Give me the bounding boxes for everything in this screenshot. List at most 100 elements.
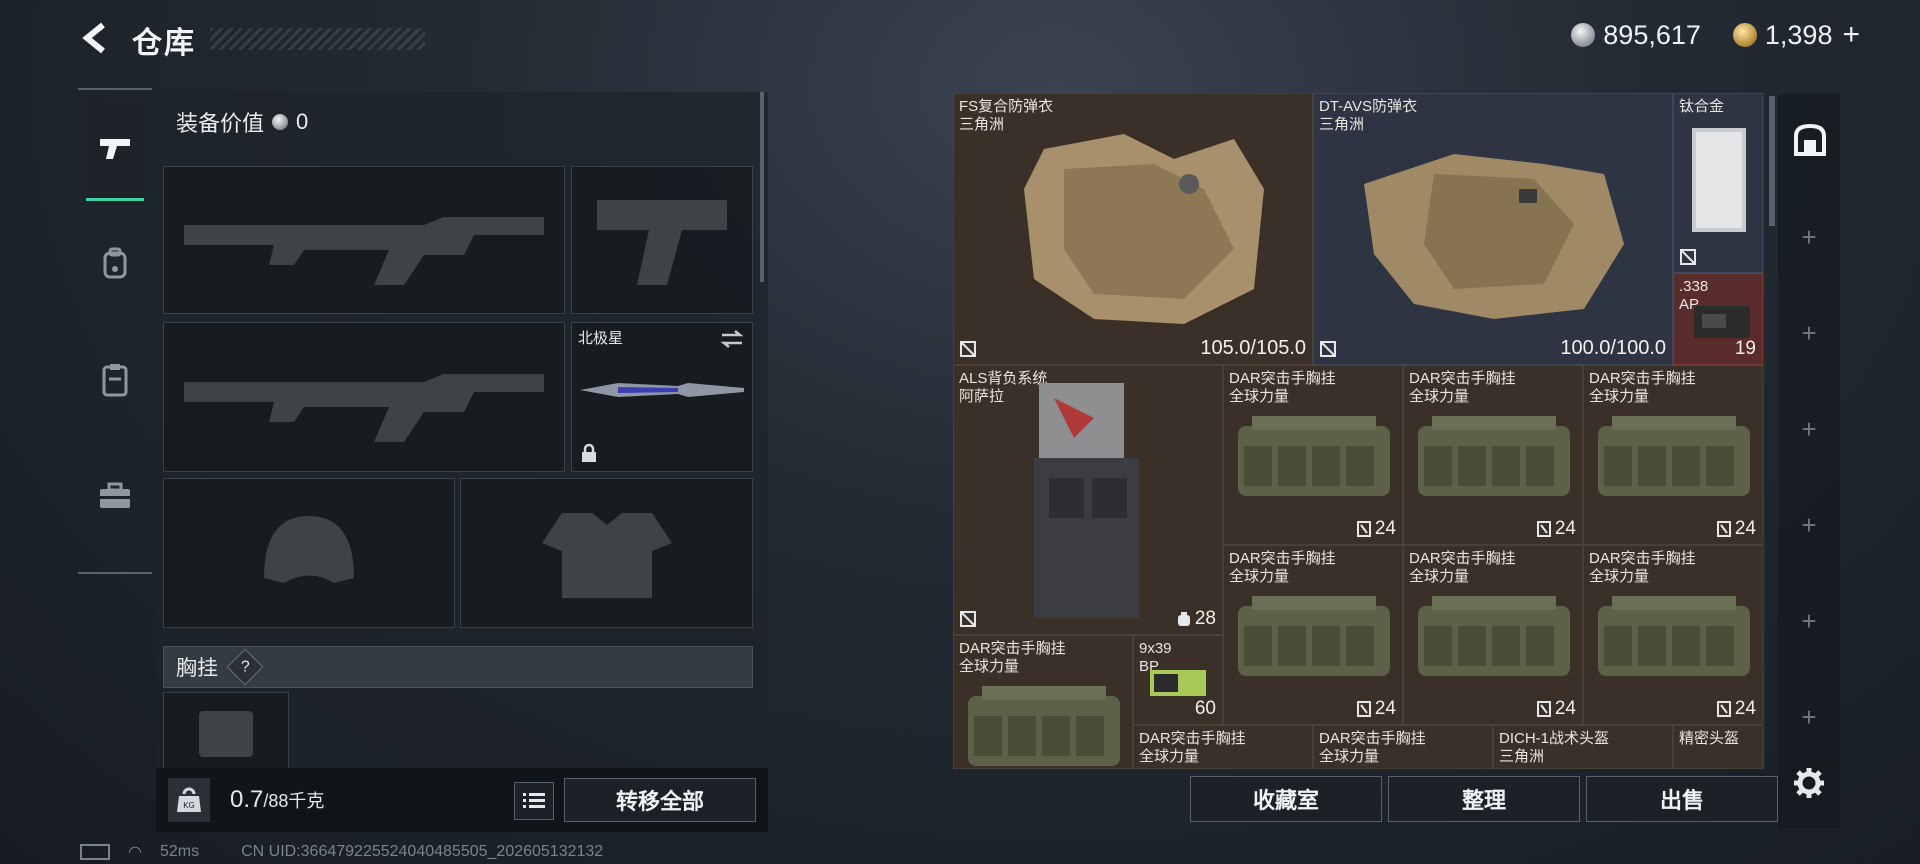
inventory-item[interactable]: DICH-1战术头盔 三角洲 — [1493, 725, 1673, 769]
tab-backpack[interactable] — [86, 214, 144, 314]
item-subname: 全球力量 — [959, 658, 1020, 675]
item-name-block: DAR突击手胸挂 全球力量 — [1589, 550, 1696, 586]
melee-slot[interactable]: 北极星 — [571, 322, 753, 472]
titanium-plate-image — [1692, 128, 1746, 232]
status-bar: ◠ 52ms CN UID:366479225524040485505_2026… — [80, 842, 603, 862]
help-icon-glyph: ? — [240, 658, 250, 675]
tab-chest-rig[interactable] — [86, 330, 144, 430]
help-icon[interactable]: ? — [226, 648, 264, 686]
equipment-value: 装备价值 0 — [176, 106, 308, 138]
inventory-item[interactable]: DAR突击手胸挂 全球力量 — [1133, 725, 1313, 769]
primary-weapon-slot[interactable] — [163, 166, 565, 314]
inventory-item[interactable]: DAR突击手胸挂 全球力量 24 — [1403, 365, 1583, 545]
item-durability: 100.0/100.0 — [1560, 337, 1666, 359]
add-storage-button[interactable]: + — [1778, 414, 1840, 445]
back-button[interactable] — [78, 20, 114, 56]
add-storage-button[interactable]: + — [1778, 606, 1840, 637]
uid-text: CN UID:366479225524040485505_20260513213… — [241, 843, 604, 860]
item-name: DAR突击手胸挂 — [959, 640, 1066, 657]
item-subname: 全球力量 — [1139, 748, 1200, 765]
item-name: DAR突击手胸挂 — [1409, 550, 1516, 567]
slots-icon — [1716, 701, 1731, 717]
slots-icon — [1356, 701, 1371, 717]
inventory-scrollbar[interactable] — [1769, 96, 1775, 226]
add-storage-button[interactable]: + — [1778, 318, 1840, 349]
slots-icon — [1356, 521, 1371, 537]
inventory-item[interactable]: FS复合防弹衣 三角洲 105.0/105.0 — [953, 93, 1313, 365]
wifi-icon: ◠ — [128, 844, 142, 861]
item-quantity: 24 — [1356, 698, 1396, 720]
item-name: DAR突击手胸挂 — [1229, 370, 1336, 387]
tab-case[interactable] — [86, 446, 144, 546]
transfer-all-button[interactable]: 转移全部 — [564, 778, 756, 822]
item-name-block: DAR突击手胸挂 全球力量 — [1409, 370, 1516, 406]
svg-text:KG: KG — [183, 801, 195, 810]
page-title: 仓库 — [132, 27, 196, 60]
backpack-image — [1034, 383, 1139, 618]
collection-room-button[interactable]: 收藏室 — [1190, 776, 1382, 822]
tab-weapons[interactable] — [86, 98, 144, 201]
item-name-block: DAR突击手胸挂 全球力量 — [1229, 370, 1336, 406]
item-name-block: DAR突击手胸挂 全球力量 — [1409, 550, 1516, 586]
title-decoration — [210, 28, 425, 50]
loadout-footer: KG 0.7/88千克 转移全部 — [156, 768, 768, 832]
organize-button[interactable]: 整理 — [1388, 776, 1580, 822]
secondary-weapon-slot[interactable] — [163, 322, 565, 472]
item-name-block: DAR突击手胸挂 全球力量 — [1139, 730, 1246, 766]
add-storage-button[interactable]: + — [1778, 510, 1840, 541]
tab-storage-main[interactable] — [1792, 122, 1828, 158]
add-currency-button[interactable]: + — [1842, 18, 1860, 52]
inventory-item[interactable]: 9x39 BP 60 — [1133, 635, 1223, 725]
inventory-item[interactable]: DAR突击手胸挂 全球力量 24 — [1583, 545, 1763, 725]
item-name: DAR突击手胸挂 — [1139, 730, 1246, 747]
item-name: DT-AVS防弹衣 — [1319, 98, 1418, 115]
inventory-item[interactable]: ALS背负系统 阿萨拉 28 — [953, 365, 1223, 635]
chest-rig-image — [1418, 416, 1570, 496]
backpack-icon — [103, 247, 127, 279]
list-view-button[interactable] — [514, 782, 554, 820]
inventory-item[interactable]: DAR突击手胸挂 全球力量 24 — [1403, 545, 1583, 725]
gold-amount: 1,398 — [1764, 19, 1833, 50]
category-tabs — [78, 88, 152, 574]
add-storage-button[interactable]: + — [1778, 222, 1840, 253]
inventory-item[interactable]: 钛合金 — [1673, 93, 1763, 273]
pistol-slot[interactable] — [571, 166, 753, 314]
chest-rig-image — [1598, 416, 1750, 496]
item-quantity: 24 — [1716, 518, 1756, 540]
inventory-item[interactable]: DAR突击手胸挂 全球力量 — [1313, 725, 1493, 769]
ping-value: 52ms — [159, 843, 200, 860]
item-quantity-value: 24 — [1554, 518, 1576, 539]
item-quantity: 60 — [1194, 698, 1216, 719]
currency-bar: 895,617 1,398 + — [1571, 18, 1860, 52]
silver-amount: 895,617 — [1603, 19, 1701, 50]
chest-rig-image — [1418, 596, 1570, 676]
chest-rig-image — [1238, 416, 1390, 496]
loadout-scrollbar[interactable] — [760, 92, 764, 282]
inventory-item[interactable]: DAR突击手胸挂 全球力量 24 — [1223, 545, 1403, 725]
inventory-item[interactable]: .338 AP 19 — [1673, 273, 1763, 365]
item-name-block: DAR突击手胸挂 全球力量 — [1319, 730, 1426, 766]
armor-slot[interactable] — [460, 478, 753, 628]
swap-icon[interactable] — [720, 329, 744, 349]
inventory-item[interactable]: DAR突击手胸挂 全球力量 — [953, 635, 1133, 769]
helmet-slot[interactable] — [163, 478, 455, 628]
inventory-item[interactable]: 精密头盔 — [1673, 725, 1763, 769]
toolbox-icon — [100, 482, 130, 508]
chest-rig-icon — [199, 711, 253, 757]
chest-rig-slot[interactable] — [163, 692, 289, 770]
weight-current: 0.7 — [230, 786, 264, 813]
item-subname: 全球力量 — [1229, 568, 1290, 585]
weight-readout: 0.7/88千克 — [230, 786, 324, 814]
inventory-item[interactable]: DT-AVS防弹衣 三角洲 100.0/100.0 — [1313, 93, 1673, 365]
vault-icon — [1794, 123, 1826, 156]
chest-rig-image — [1598, 596, 1750, 676]
inventory-item[interactable]: DAR突击手胸挂 全球力量 24 — [1583, 365, 1763, 545]
slots-icon — [1536, 521, 1551, 537]
inventory-item[interactable]: DAR突击手胸挂 全球力量 24 — [1223, 365, 1403, 545]
armor-vest-image — [1364, 154, 1624, 319]
item-durability: 105.0/105.0 — [1200, 337, 1306, 359]
silver-coin-icon — [272, 114, 289, 130]
sell-button[interactable]: 出售 — [1586, 776, 1778, 822]
settings-button[interactable] — [1792, 766, 1826, 800]
add-storage-button[interactable]: + — [1778, 702, 1840, 733]
